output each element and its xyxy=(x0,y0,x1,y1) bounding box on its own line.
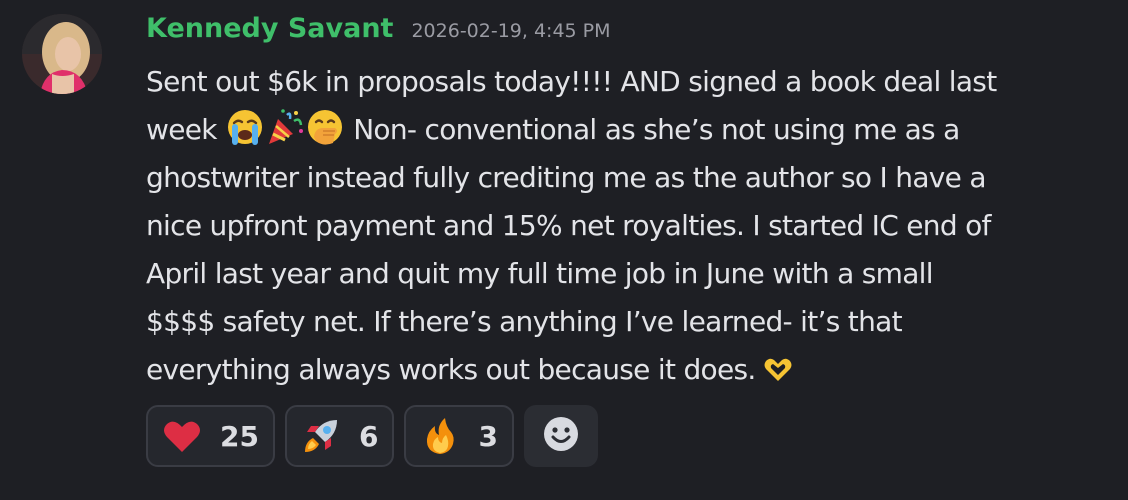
avatar[interactable] xyxy=(22,14,102,94)
message-timestamp: 2026-02-19, 4:45 PM xyxy=(411,20,611,42)
smiley-add-reaction-icon xyxy=(542,415,580,457)
fire-emoji xyxy=(420,416,460,456)
message-line-5: April last year and quit my full time jo… xyxy=(146,257,934,290)
message-line-6: $$$$ safety net. If there’s anything I’v… xyxy=(146,305,903,338)
reaction-rocket[interactable]: 6 xyxy=(284,405,395,467)
add-reaction-button[interactable] xyxy=(523,405,598,467)
message-content: Sent out $6k in proposals today!!!! AND … xyxy=(146,58,1106,394)
chat-message: Kennedy Savant 2026-02-19, 4:45 PM Sent … xyxy=(0,0,1128,500)
message-line-7-text: everything always works out because it d… xyxy=(146,353,756,386)
reaction-count: 6 xyxy=(358,419,379,453)
crying-face-emoji xyxy=(225,107,265,147)
reactions-bar: 25 6 3 xyxy=(146,405,598,467)
message-line-2-text: Non- conventional as she’s not using me … xyxy=(353,113,960,146)
reaction-heart[interactable]: 25 xyxy=(146,405,275,467)
rocket-emoji xyxy=(301,416,341,456)
message-line-1: Sent out $6k in proposals today!!!! AND … xyxy=(146,65,997,98)
hand-over-mouth-emoji xyxy=(305,107,345,147)
message-line-2: week Non- conventional as she’s not usin… xyxy=(146,106,1106,154)
heart-hands-emoji xyxy=(762,353,794,385)
message-line-4: nice upfront payment and 15% net royalti… xyxy=(146,209,991,242)
party-popper-emoji xyxy=(265,107,305,147)
message-header: Kennedy Savant 2026-02-19, 4:45 PM xyxy=(146,13,611,53)
message-line-3: ghostwriter instead fully crediting me a… xyxy=(146,161,987,194)
message-line-7: everything always works out because it d… xyxy=(146,346,1106,394)
red-heart-emoji xyxy=(162,416,202,456)
reaction-count: 3 xyxy=(478,419,498,453)
line-2-prefix: week xyxy=(146,113,217,146)
reaction-fire[interactable]: 3 xyxy=(404,405,514,467)
reaction-count: 25 xyxy=(220,419,259,453)
author-name[interactable]: Kennedy Savant xyxy=(146,13,393,44)
